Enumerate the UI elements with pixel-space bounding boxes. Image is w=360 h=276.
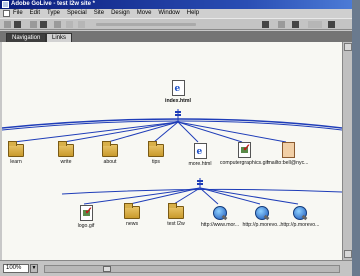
folder-icon — [8, 141, 24, 157]
toolbar-separator — [96, 23, 196, 26]
tab-bar: Navigation Links — [0, 31, 352, 42]
document-icon — [3, 10, 10, 17]
site-icon[interactable] — [30, 21, 37, 28]
node-label: http://p.morevo... — [280, 222, 320, 228]
folder-icon — [102, 141, 118, 157]
menu-help[interactable]: Help — [187, 9, 199, 18]
scroll-thumb[interactable] — [103, 266, 111, 272]
scroll-down-icon[interactable] — [344, 250, 352, 258]
menu-site[interactable]: Site — [94, 9, 104, 18]
navigation-view[interactable]: e index.html learn write about tips e mo… — [2, 42, 342, 260]
navigate-back-icon[interactable] — [262, 21, 269, 28]
node-web-link-3[interactable]: http://p.morevo... — [274, 206, 326, 228]
image-file-icon: ✓ — [237, 142, 251, 158]
preview-icon[interactable] — [78, 21, 85, 28]
palette-icon[interactable] — [292, 21, 299, 28]
show-files-icon[interactable] — [278, 21, 285, 28]
vertical-scrollbar[interactable] — [342, 42, 352, 260]
menu-edit[interactable]: Edit — [30, 9, 40, 18]
node-label: about — [103, 159, 117, 165]
html-page-icon: e — [193, 143, 207, 159]
app-icon — [2, 1, 9, 8]
folder-icon — [124, 203, 140, 219]
tab-navigation[interactable]: Navigation — [6, 33, 47, 42]
menu-type[interactable]: Type — [47, 9, 60, 18]
menu-special[interactable]: Special — [67, 9, 87, 18]
node-label: mailto:bell@nyc... — [267, 160, 309, 166]
web-link-icon — [255, 206, 269, 220]
node-label: logo.gif — [77, 223, 95, 229]
window-title: Adobe GoLive - test l2w site * — [11, 1, 96, 7]
web-link-icon — [293, 206, 307, 220]
menu-file[interactable]: File — [13, 9, 23, 18]
zoom-dropdown-icon[interactable]: ▼ — [30, 264, 38, 273]
new-page-icon[interactable] — [4, 21, 11, 28]
tab-links[interactable]: Links — [46, 33, 73, 42]
html-page-icon: e — [171, 80, 185, 96]
menu-window[interactable]: Window — [158, 9, 179, 18]
node-mailto[interactable]: mailto:bell@nyc... — [262, 142, 314, 166]
folder-icon — [58, 141, 74, 157]
node-label: index.html — [165, 98, 191, 104]
image-file-icon: ✓ — [79, 205, 93, 221]
status-bar: 100% ▼ — [0, 260, 352, 276]
minimize-icon[interactable] — [328, 21, 335, 28]
view-options-icon[interactable] — [308, 21, 322, 28]
align-icon[interactable] — [40, 21, 47, 28]
node-logo-gif[interactable]: ✓ logo.gif — [60, 205, 112, 229]
node-about[interactable]: about — [84, 141, 136, 165]
zoom-field[interactable]: 100% — [3, 264, 29, 273]
menu-move[interactable]: Move — [137, 9, 152, 18]
node-learn[interactable]: learn — [2, 141, 42, 165]
node-label: learn — [10, 159, 22, 165]
root-node[interactable]: e index.html — [152, 80, 204, 104]
link-icon[interactable] — [54, 21, 61, 28]
title-bar[interactable]: Adobe GoLive - test l2w site * — [0, 0, 352, 9]
menu-bar: File Edit Type Special Site Design Move … — [0, 9, 352, 18]
folder-icon — [148, 141, 164, 157]
golive-window: Adobe GoLive - test l2w site * File Edit… — [0, 0, 352, 276]
horizontal-scrollbar[interactable] — [44, 265, 340, 273]
scroll-up-icon[interactable] — [344, 43, 352, 51]
menu-design[interactable]: Design — [111, 9, 130, 18]
web-link-icon — [213, 206, 227, 220]
toolbar — [0, 18, 352, 30]
anchor-icon[interactable] — [66, 21, 73, 28]
undo-icon[interactable] — [14, 21, 21, 28]
folder-icon — [168, 203, 184, 219]
mailto-icon — [281, 142, 295, 158]
